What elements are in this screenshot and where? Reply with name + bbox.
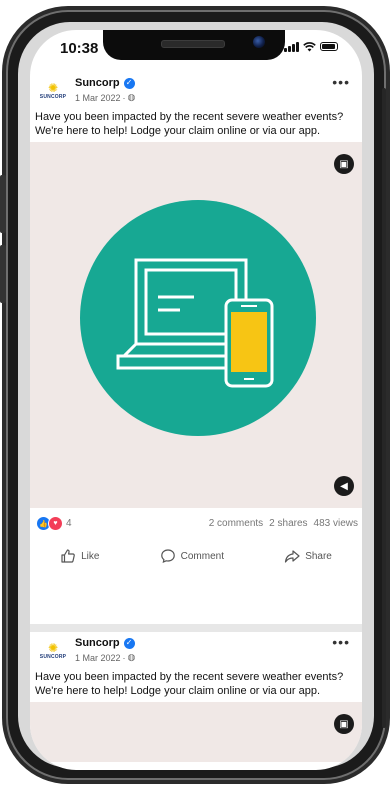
battery-icon bbox=[320, 42, 338, 51]
volume-icon[interactable]: ◀ bbox=[334, 476, 354, 496]
author-name[interactable]: Suncorp ✓ bbox=[75, 77, 135, 89]
author-name-text: Suncorp bbox=[75, 77, 120, 89]
reactions-summary[interactable]: 👍 ♥ 4 bbox=[36, 516, 72, 531]
post-meta: 1 Mar 2022 · ◍ bbox=[75, 92, 136, 103]
post-date[interactable]: 1 Mar 2022 bbox=[75, 93, 121, 103]
volume-down-button bbox=[0, 245, 6, 303]
post-header: ✺ SUNCORP Suncorp ✓ 1 Mar 2022 · ◍ ••• bbox=[30, 74, 362, 112]
globe-icon: ◍ bbox=[127, 92, 136, 102]
speaker-grille bbox=[161, 40, 225, 48]
like-button[interactable]: Like bbox=[60, 548, 99, 564]
post-date[interactable]: 1 Mar 2022 bbox=[75, 653, 121, 663]
views-count: 483 views bbox=[313, 518, 358, 529]
picture-in-picture-icon[interactable]: ▣ bbox=[334, 154, 354, 174]
post-header: ✺ SUNCORP Suncorp ✓ 1 Mar 2022 · ◍ ••• bbox=[30, 634, 362, 672]
feed-divider bbox=[30, 624, 362, 632]
verified-badge-icon: ✓ bbox=[123, 637, 135, 649]
page-avatar[interactable]: ✺ SUNCORP bbox=[38, 76, 68, 106]
comments-count[interactable]: 2 comments bbox=[209, 518, 263, 529]
logo-wordmark: SUNCORP bbox=[39, 94, 67, 100]
post-text: Have you been impacted by the recent sev… bbox=[35, 671, 344, 697]
post-media[interactable]: ▣ bbox=[30, 702, 362, 762]
volume-up-button bbox=[0, 175, 6, 233]
signal-icon bbox=[284, 41, 299, 52]
wifi-icon bbox=[303, 41, 316, 51]
verified-badge-icon: ✓ bbox=[123, 77, 135, 89]
comment-button[interactable]: Comment bbox=[160, 548, 224, 564]
author-name-text: Suncorp bbox=[75, 637, 120, 649]
sun-logo-icon: ✺ bbox=[47, 641, 59, 655]
engagement-counts: 2 comments 2 shares 483 views bbox=[209, 518, 358, 529]
laptop-phone-illustration bbox=[116, 258, 274, 388]
post-stats: 👍 ♥ 4 2 comments 2 shares 483 views bbox=[30, 514, 362, 536]
post-text: Have you been impacted by the recent sev… bbox=[35, 111, 344, 137]
status-time: 10:38 bbox=[60, 40, 99, 57]
shares-count[interactable]: 2 shares bbox=[269, 518, 307, 529]
more-options-icon[interactable]: ••• bbox=[332, 634, 350, 650]
feed-post: ✺ SUNCORP Suncorp ✓ 1 Mar 2022 · ◍ ••• H… bbox=[30, 634, 362, 762]
reaction-count: 4 bbox=[66, 518, 72, 529]
status-icons bbox=[284, 41, 338, 52]
author-name[interactable]: Suncorp ✓ bbox=[75, 637, 135, 649]
love-reaction-icon: ♥ bbox=[48, 516, 63, 531]
comment-bubble-icon bbox=[160, 549, 175, 564]
side-rail bbox=[382, 88, 386, 728]
globe-icon: ◍ bbox=[127, 652, 136, 662]
phone-screen: 10:38 ✺ SUNCORP Suncorp ✓ 1 Mar 2022 · ◍… bbox=[30, 30, 362, 770]
thumb-up-icon bbox=[61, 549, 75, 563]
share-label: Share bbox=[305, 550, 332, 562]
post-actions: Like Comment Share bbox=[30, 540, 362, 572]
logo-wordmark: SUNCORP bbox=[39, 654, 67, 660]
post-media[interactable]: ▣ ◀ bbox=[30, 142, 362, 508]
share-arrow-icon bbox=[285, 550, 300, 563]
more-options-icon[interactable]: ••• bbox=[332, 74, 350, 90]
share-button[interactable]: Share bbox=[284, 548, 332, 564]
page-avatar[interactable]: ✺ SUNCORP bbox=[38, 636, 68, 666]
front-camera bbox=[253, 36, 265, 48]
comment-label: Comment bbox=[180, 550, 224, 562]
like-label: Like bbox=[81, 550, 100, 562]
post-meta: 1 Mar 2022 · ◍ bbox=[75, 652, 136, 663]
sun-logo-icon: ✺ bbox=[47, 81, 59, 95]
feed-post: ✺ SUNCORP Suncorp ✓ 1 Mar 2022 · ◍ ••• H… bbox=[30, 74, 362, 572]
picture-in-picture-icon[interactable]: ▣ bbox=[334, 714, 354, 734]
notch bbox=[103, 30, 285, 60]
